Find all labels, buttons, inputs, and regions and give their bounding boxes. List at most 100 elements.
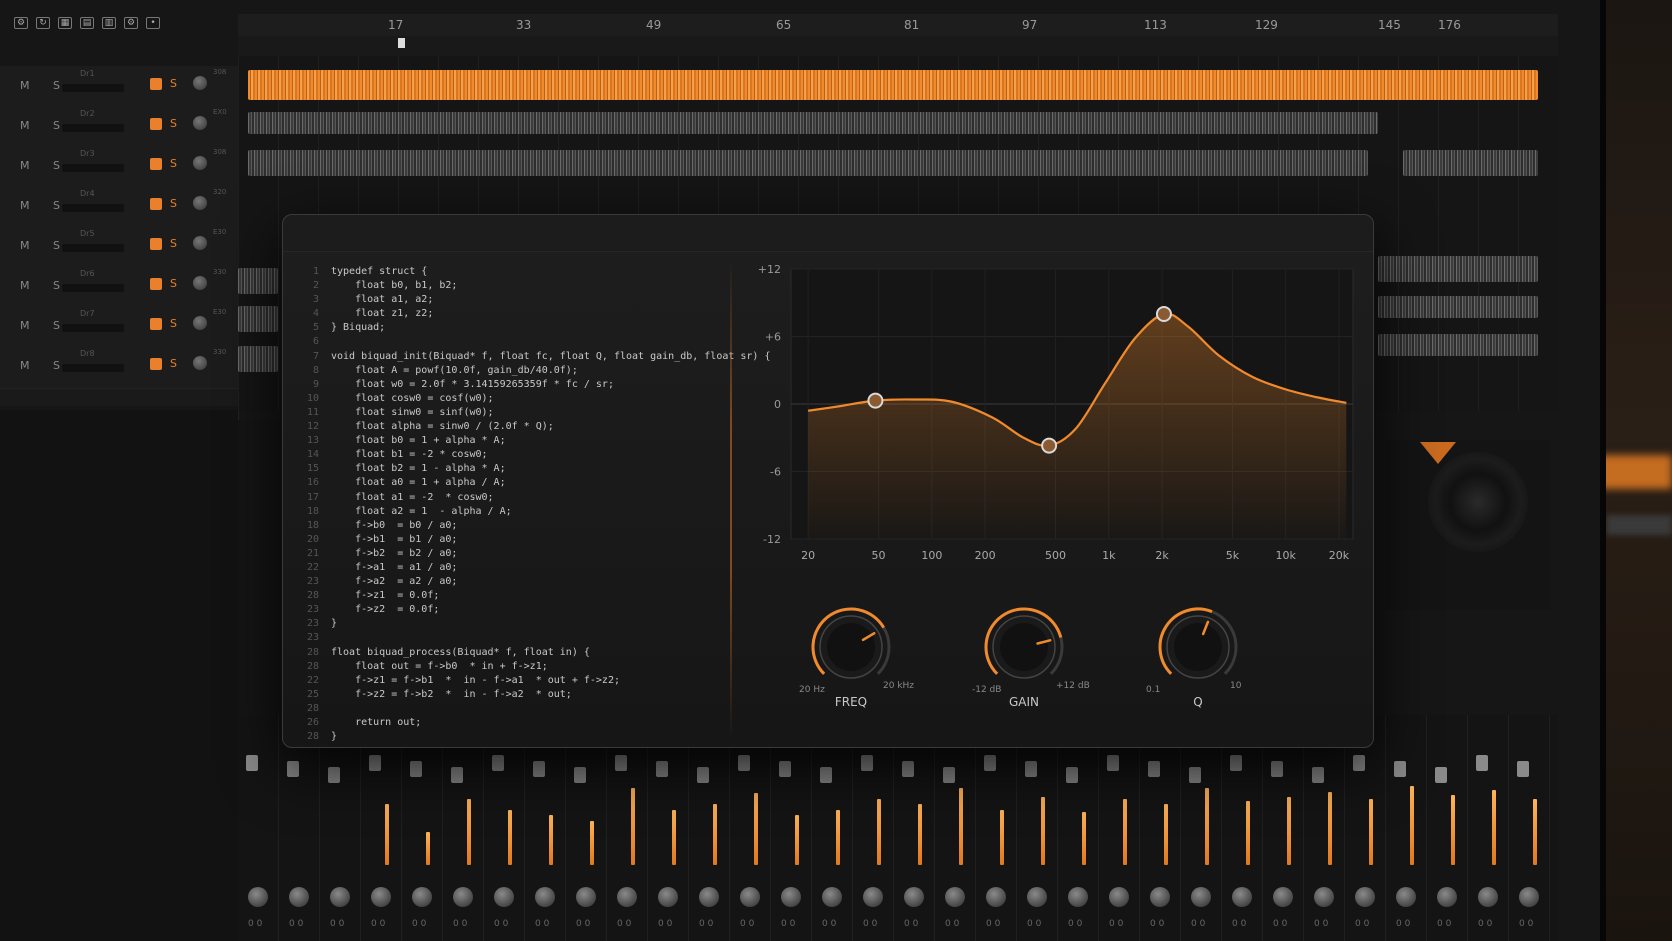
volume-fader[interactable]	[246, 755, 258, 771]
pan-knob[interactable]	[193, 356, 207, 370]
pan-knob[interactable]	[1232, 887, 1252, 907]
track-header[interactable]: M S Dr3 S 308	[0, 146, 238, 189]
pan-knob[interactable]	[1314, 887, 1334, 907]
pan-knob[interactable]	[494, 887, 514, 907]
code-editor[interactable]: 1 typedef struct {2 float b0, b1, b2; 3 fl…	[297, 265, 771, 742]
audio-clip[interactable]	[1378, 256, 1538, 282]
volume-fader[interactable]	[1353, 755, 1365, 771]
pan-knob[interactable]	[535, 887, 555, 907]
volume-fader[interactable]	[1107, 755, 1119, 771]
track-header[interactable]: M S Dr4 S 320	[0, 186, 238, 229]
record-arm-button[interactable]	[150, 318, 162, 330]
track-name-field[interactable]	[62, 204, 124, 212]
volume-fader[interactable]	[1517, 761, 1529, 777]
volume-fader[interactable]	[1435, 767, 1447, 783]
eq-band-node[interactable]	[1155, 306, 1172, 322]
audio-clip[interactable]	[238, 346, 278, 372]
track-name-field[interactable]	[62, 164, 124, 172]
eq-frequency-graph[interactable]: +12 +6 0 -6 -12 20 50 100 200 500 1k 2k 5k 10k 20k	[753, 261, 1373, 571]
settings-icon[interactable]: ⚙	[14, 17, 28, 29]
editor-icon[interactable]: ▥	[102, 17, 116, 29]
volume-fader[interactable]	[779, 761, 791, 777]
volume-fader[interactable]	[615, 755, 627, 771]
volume-fader[interactable]	[533, 761, 545, 777]
pan-knob[interactable]	[193, 116, 207, 130]
solo-button[interactable]: S	[170, 277, 177, 290]
track-header[interactable]: M S Dr8 S 330	[0, 346, 238, 389]
pan-knob[interactable]	[1437, 887, 1457, 907]
pan-knob[interactable]	[1150, 887, 1170, 907]
mixer-icon[interactable]: ▤	[80, 17, 94, 29]
pan-knob[interactable]	[193, 276, 207, 290]
marker-lane[interactable]	[238, 36, 1558, 57]
record-arm-button[interactable]	[150, 238, 162, 250]
pan-knob[interactable]	[986, 887, 1006, 907]
pan-knob[interactable]	[412, 887, 432, 907]
volume-fader[interactable]	[1025, 761, 1037, 777]
pan-knob[interactable]	[822, 887, 842, 907]
volume-fader[interactable]	[369, 755, 381, 771]
volume-fader[interactable]	[1271, 761, 1283, 777]
volume-fader[interactable]	[287, 761, 299, 777]
volume-fader[interactable]	[738, 755, 750, 771]
track-name-field[interactable]	[62, 244, 124, 252]
pan-knob[interactable]	[371, 887, 391, 907]
volume-fader[interactable]	[902, 761, 914, 777]
track-name-field[interactable]	[62, 284, 124, 292]
record-arm-button[interactable]	[150, 278, 162, 290]
volume-fader[interactable]	[410, 761, 422, 777]
pan-knob[interactable]	[658, 887, 678, 907]
pan-knob[interactable]	[453, 887, 473, 907]
pan-knob[interactable]	[193, 156, 207, 170]
pan-knob[interactable]	[193, 316, 207, 330]
audio-clip[interactable]	[1378, 334, 1538, 356]
pan-knob[interactable]	[1273, 887, 1293, 907]
pan-knob[interactable]	[1191, 887, 1211, 907]
solo-button[interactable]: S	[170, 197, 177, 210]
audio-clip[interactable]	[248, 112, 1378, 134]
dot-icon[interactable]: •	[146, 17, 160, 29]
volume-fader[interactable]	[697, 767, 709, 783]
audio-clip-orange[interactable]	[248, 70, 1538, 100]
pan-knob[interactable]	[945, 887, 965, 907]
timeline-ruler[interactable]: 17 33 49 65 81 97 113 129 145 176	[238, 14, 1558, 36]
pan-knob[interactable]	[248, 887, 268, 907]
volume-fader[interactable]	[1230, 755, 1242, 771]
audio-clip[interactable]	[238, 306, 278, 332]
pan-knob[interactable]	[576, 887, 596, 907]
volume-fader[interactable]	[451, 767, 463, 783]
volume-fader[interactable]	[861, 755, 873, 771]
audio-clip[interactable]	[248, 150, 1368, 176]
track-header[interactable]: M S Dr5 S E30	[0, 226, 238, 269]
gear-icon[interactable]: ⚙	[124, 17, 138, 29]
grid-icon[interactable]: ▦	[58, 17, 72, 29]
pan-knob[interactable]	[1355, 887, 1375, 907]
pan-knob[interactable]	[193, 76, 207, 90]
track-name-field[interactable]	[62, 324, 124, 332]
audio-clip[interactable]	[238, 268, 278, 294]
track-header[interactable]: M S Dr7 S E30	[0, 306, 238, 349]
record-arm-button[interactable]	[150, 358, 162, 370]
track-name-field[interactable]	[62, 124, 124, 132]
plugin-header[interactable]	[283, 215, 1373, 252]
solo-button[interactable]: S	[170, 237, 177, 250]
volume-fader[interactable]	[1066, 767, 1078, 783]
volume-fader[interactable]	[1394, 761, 1406, 777]
pan-knob[interactable]	[1027, 887, 1047, 907]
pan-knob[interactable]	[617, 887, 637, 907]
pan-knob[interactable]	[699, 887, 719, 907]
pan-knob[interactable]	[740, 887, 760, 907]
pan-knob[interactable]	[1519, 887, 1539, 907]
pan-knob[interactable]	[330, 887, 350, 907]
pan-knob[interactable]	[1396, 887, 1416, 907]
playhead-marker[interactable]	[398, 38, 405, 48]
volume-fader[interactable]	[1476, 755, 1488, 771]
volume-fader[interactable]	[820, 767, 832, 783]
solo-button[interactable]: S	[170, 317, 177, 330]
pan-knob[interactable]	[863, 887, 883, 907]
volume-fader[interactable]	[656, 761, 668, 777]
track-header[interactable]: M S Dr1 S 308	[0, 66, 238, 109]
pan-knob[interactable]	[193, 236, 207, 250]
volume-fader[interactable]	[1148, 761, 1160, 777]
volume-fader[interactable]	[984, 755, 996, 771]
